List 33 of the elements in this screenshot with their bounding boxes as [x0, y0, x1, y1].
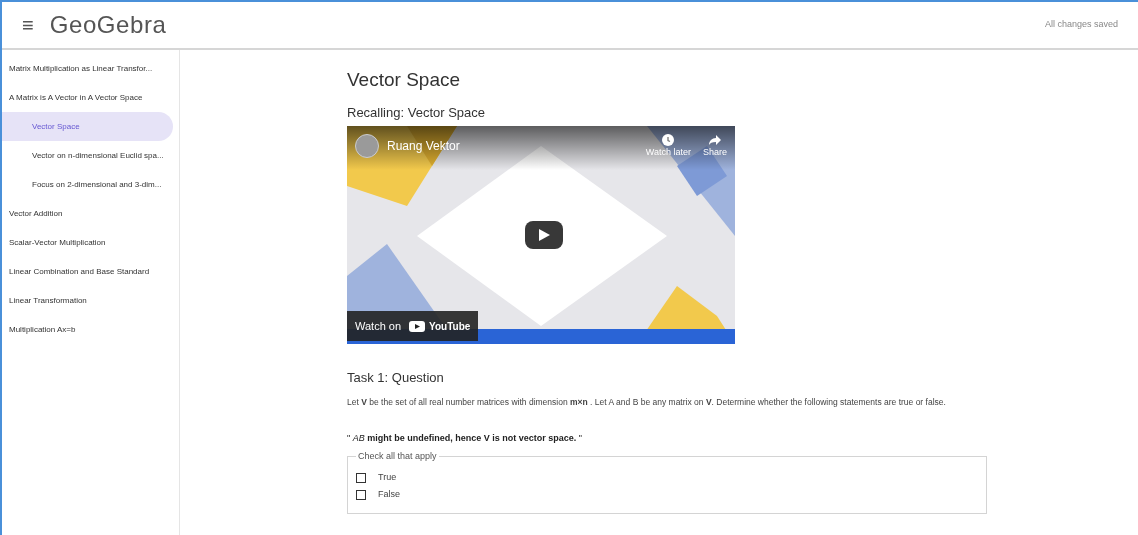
sidebar-item[interactable]: Linear Combination and Base Standard: [2, 257, 173, 286]
page-title: Vector Space: [347, 68, 462, 92]
option-label: False: [378, 487, 400, 501]
play-button[interactable]: [525, 221, 563, 249]
play-icon: [538, 229, 550, 241]
task-title: Task 1: Question: [347, 369, 445, 387]
sidebar-item[interactable]: Vector on n-dimensional Euclid spa...: [2, 141, 173, 170]
checkbox[interactable]: [356, 489, 366, 500]
share-icon: [709, 134, 721, 146]
question-text: Let V be the set of all real number matrices with dimension m×n . Let A and B be any matrix on V. Determine whether the following statements are true or false.: [347, 395, 947, 409]
app-logo: GeoGebra: [49, 10, 167, 40]
group-legend: Check all that apply: [356, 449, 439, 464]
channel-name[interactable]: Ruang Vektor: [387, 137, 460, 155]
sidebar-item[interactable]: Matrix Multiplication as Linear Transfor...: [2, 54, 173, 83]
share-button[interactable]: Share: [702, 134, 727, 160]
menu-button[interactable]: ≡: [22, 15, 34, 35]
sidebar-item[interactable]: A Matrix is A Vector in A Vector Space: [2, 83, 173, 112]
sidebar-item[interactable]: Multiplication Ax=b: [2, 315, 173, 344]
sidebar-item[interactable]: Vector Space: [2, 112, 173, 141]
clock-icon: [662, 134, 675, 146]
sidebar-item[interactable]: Focus on 2-dimensional and 3-dim...: [2, 170, 173, 199]
sidebar-item[interactable]: Scalar-Vector Multiplication: [2, 228, 173, 257]
sidebar-item[interactable]: Linear Transformation: [2, 286, 173, 315]
section-title: Recalling: Vector Space: [347, 103, 487, 122]
watch-later-button[interactable]: Watch later: [645, 134, 691, 160]
sidebar-item[interactable]: Vector Addition: [2, 199, 173, 228]
play-icon: [409, 320, 426, 332]
checkbox[interactable]: [356, 473, 366, 483]
watch-on-youtube-link[interactable]: Watch on YouTube: [347, 311, 479, 341]
video-player[interactable]: Ruang Vektor Watch later Share Watch on YouTube: [347, 126, 735, 344]
statement-text: " AB might be undefined, hence V is not vector space. ": [347, 432, 583, 446]
option-label: True: [378, 471, 397, 485]
save-status: All changes saved: [1044, 18, 1118, 32]
